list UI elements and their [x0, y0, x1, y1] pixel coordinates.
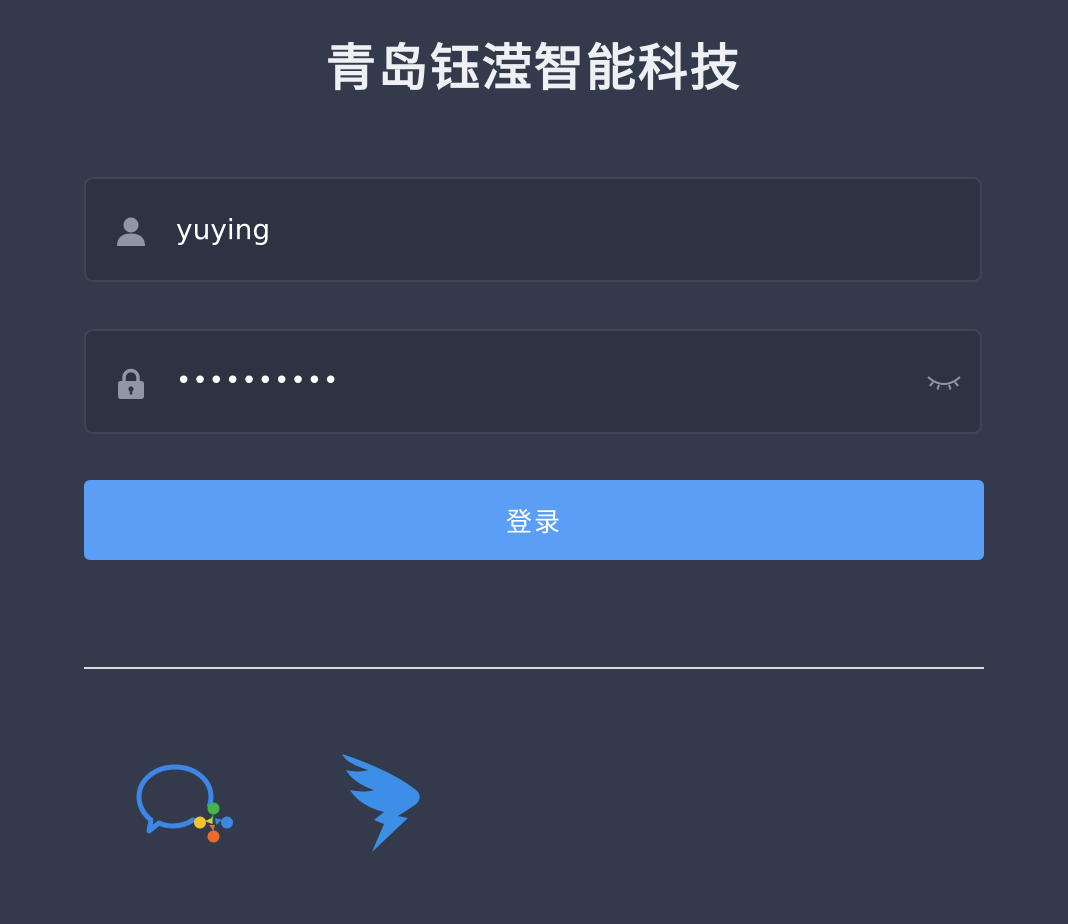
dingtalk-icon[interactable]	[338, 752, 424, 854]
username-field[interactable]	[84, 177, 982, 282]
password-field[interactable]	[84, 329, 982, 434]
password-input[interactable]	[176, 331, 876, 431]
lock-icon	[116, 368, 146, 400]
login-button[interactable]: 登录	[84, 480, 984, 560]
page-title: 青岛钰滢智能科技	[326, 39, 742, 97]
divider	[84, 667, 984, 669]
user-icon	[116, 216, 146, 248]
username-input[interactable]	[176, 179, 876, 279]
eye-closed-icon[interactable]	[926, 371, 962, 393]
wecom-icon[interactable]	[135, 760, 237, 848]
